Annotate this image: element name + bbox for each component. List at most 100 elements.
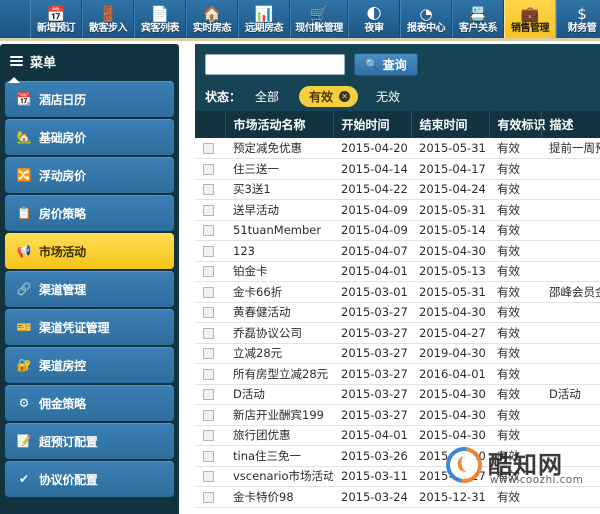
toolbar-item-4[interactable]: 📊 远期房态 (238, 0, 290, 38)
row-checkbox[interactable] (203, 184, 214, 196)
cell-flag: 有效 (489, 322, 541, 344)
table-row[interactable]: 新店开业酬宾199 2015-03-27 2015-04-30 有效 (195, 404, 600, 426)
row-checkbox-cell[interactable] (195, 261, 225, 282)
toolbar-item-1[interactable]: 🚪 散客步入 (82, 0, 134, 38)
search-button[interactable]: 🔍 查询 (354, 53, 418, 76)
row-checkbox[interactable] (203, 491, 214, 503)
row-checkbox[interactable] (203, 450, 214, 462)
column-header-desc[interactable]: 描述 (541, 111, 600, 138)
table-row[interactable]: 铂金卡 2015-04-01 2015-05-13 有效 (195, 261, 600, 282)
row-checkbox-cell[interactable] (195, 466, 225, 487)
table-row[interactable]: 旅行团优惠 2015-04-01 2015-04-30 有效 (195, 425, 600, 446)
table-row[interactable]: tina住三免一 2015-03-26 2015-04-30 有效 (195, 445, 600, 467)
status-option-0[interactable]: 全部 (255, 88, 279, 105)
toolbar-item-0[interactable]: 📅 新增预订 (30, 0, 82, 38)
sidebar-item-9[interactable]: 📝 超预订配置 (5, 423, 174, 459)
table-row[interactable]: 送早活动 2015-04-09 2015-05-31 有效 (195, 199, 600, 221)
toolbar-item-6[interactable]: 🌓 夜审 (348, 0, 400, 38)
toolbar-item-7[interactable]: ◔ 报表中心 (400, 0, 452, 38)
row-checkbox-cell[interactable] (195, 404, 225, 426)
toolbar-item-3[interactable]: 🏠 实时房态 (186, 0, 238, 38)
row-checkbox[interactable] (203, 471, 214, 483)
sidebar-item-7[interactable]: 🔐 渠道房控 (5, 347, 174, 383)
table-row[interactable]: 黄春健活动 2015-03-27 2015-04-30 有效 (195, 302, 600, 323)
toolbar-item-9[interactable]: 💼 销售管理 (504, 0, 556, 38)
table-row[interactable]: D活动 2015-03-27 2015-04-30 有效 D活动 (195, 384, 600, 405)
row-checkbox-cell[interactable] (195, 363, 225, 385)
sidebar-item-5[interactable]: 🔗 渠道管理 (5, 271, 174, 307)
row-checkbox-cell[interactable] (195, 384, 225, 405)
sidebar-menu: 📆 酒店日历 🏡 基础房价 🔀 浮动房价 📋 房价策略 📢 市场活动 🔗 渠道管理 🎫 渠道凭证管理 🔐 渠道… (0, 77, 179, 514)
row-checkbox-cell[interactable] (195, 425, 225, 446)
row-checkbox[interactable] (203, 409, 214, 421)
row-checkbox-cell[interactable] (195, 322, 225, 344)
cell-start: 2015-03-27 (333, 404, 411, 426)
row-checkbox-cell[interactable] (195, 486, 225, 508)
row-checkbox-cell[interactable] (195, 445, 225, 467)
select-all-header[interactable] (195, 111, 226, 138)
sidebar-item-10[interactable]: ✔ 协议价配置 (5, 461, 174, 497)
column-header-start[interactable]: 开始时间 (333, 111, 412, 138)
table-row[interactable]: 所有房型立减28元 2015-03-27 2016-04-01 有效 (195, 363, 600, 385)
sidebar-item-0[interactable]: 📆 酒店日历 (5, 81, 174, 117)
row-checkbox[interactable] (203, 204, 214, 216)
row-checkbox[interactable] (203, 430, 214, 442)
table-row[interactable]: 预定减免优惠2015-04-202015-05-31有效提前一周预订 (195, 138, 600, 159)
row-checkbox-cell[interactable] (195, 343, 225, 364)
row-checkbox-cell[interactable] (195, 302, 225, 323)
row-checkbox[interactable] (203, 225, 214, 237)
column-header-end[interactable]: 结束时间 (411, 111, 490, 138)
sidebar-item-3[interactable]: 📋 房价策略 (5, 195, 174, 231)
sidebar-header-label: 菜单 (30, 55, 57, 71)
cell-name: 旅行团优惠 (225, 425, 333, 446)
table-container[interactable]: 市场活动名称 开始时间 结束时间 有效标识 描述 预定减免优惠 2015-04-2… (195, 111, 600, 514)
dollar-icon: $ (577, 4, 587, 23)
table-row[interactable]: 金卡特价98 2015-03-24 2015-12-31 有效 (195, 486, 600, 508)
toolbar-item-label: 散客步入 (89, 23, 128, 34)
row-checkbox[interactable] (203, 327, 214, 339)
row-checkbox[interactable] (203, 368, 214, 380)
cell-name: 住三送一 (225, 158, 333, 180)
caret-up-icon (8, 77, 20, 83)
toolbar-item-2[interactable]: 📄 宾客列表 (134, 0, 186, 38)
row-checkbox-cell[interactable] (195, 240, 225, 262)
table-row[interactable]: 51tuanMember 2015-04-09 2015-05-14 有效 (195, 220, 600, 241)
column-header-name[interactable]: 市场活动名称 (225, 111, 334, 138)
row-checkbox[interactable] (203, 389, 214, 401)
row-checkbox[interactable] (203, 286, 214, 298)
sidebar-item-8[interactable]: ⚙ 佣金策略 (5, 385, 174, 421)
cell-start: 2015-03-27 (333, 322, 411, 344)
row-checkbox[interactable] (203, 348, 214, 360)
status-option-2[interactable]: 无效 (376, 88, 400, 105)
search-input[interactable] (205, 54, 345, 75)
row-checkbox[interactable] (203, 266, 214, 278)
row-checkbox-cell[interactable] (195, 199, 225, 221)
row-checkbox[interactable] (203, 163, 214, 175)
row-checkbox-cell[interactable] (195, 158, 225, 180)
table-row[interactable]: 买3送1 2015-04-22 2015-04-24 有效 (195, 179, 600, 200)
sidebar-item-1[interactable]: 🏡 基础房价 (5, 119, 174, 155)
toolbar-item-8[interactable]: 📇 客户关系 (452, 0, 504, 38)
column-header-flag[interactable]: 有效标识 (489, 111, 546, 138)
table-row[interactable]: 123 2015-04-07 2015-04-30 有效 (195, 240, 600, 262)
toolbar-item-10[interactable]: $ 财务管 (556, 0, 600, 38)
sidebar-item-2[interactable]: 🔀 浮动房价 (5, 157, 174, 193)
cell-end: 2015-05-13 (411, 261, 489, 282)
toolbar-item-5[interactable]: 🛒 现付账管理 (290, 0, 348, 38)
table-row[interactable]: 乔磊协议公司 2015-03-27 2015-04-27 有效 (195, 322, 600, 344)
sidebar-item-6[interactable]: 🎫 渠道凭证管理 (5, 309, 174, 345)
table-row[interactable]: 住三送一 2015-04-14 2015-04-17 有效 (195, 158, 600, 180)
row-checkbox-cell[interactable] (195, 281, 225, 303)
row-checkbox-cell[interactable] (195, 138, 225, 159)
row-checkbox[interactable] (203, 143, 214, 154)
row-checkbox-cell[interactable] (195, 220, 225, 241)
table-row[interactable]: vscenario市场活动 2015-03-11 2015-04-27 有效 (195, 466, 600, 487)
row-checkbox-cell[interactable] (195, 179, 225, 200)
table-row[interactable]: 金卡66折2015-03-012015-05-31有效邵峰会员金卡 (195, 281, 600, 303)
close-circle-icon[interactable]: ✕ (339, 91, 351, 102)
status-option-1[interactable]: 有效 ✕ (299, 86, 359, 107)
sidebar-item-4[interactable]: 📢 市场活动 (5, 233, 174, 269)
row-checkbox[interactable] (203, 245, 214, 257)
row-checkbox[interactable] (203, 307, 214, 319)
table-row[interactable]: 立减28元 2015-03-27 2019-04-30 有效 (195, 343, 600, 364)
